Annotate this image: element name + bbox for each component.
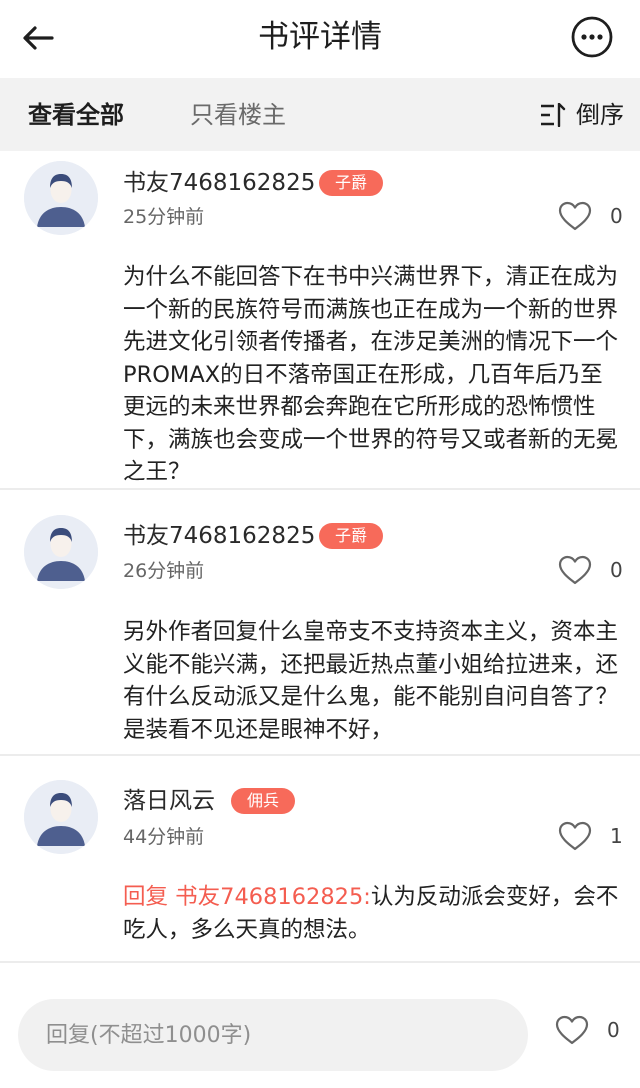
- comment-text: 回复 书友7468162825:认为反动派会变好，会不吃人，多么天真的想法。: [123, 881, 623, 946]
- avatar[interactable]: [24, 161, 98, 235]
- comment-time: 26分钟前: [123, 560, 205, 582]
- more-button[interactable]: [569, 14, 615, 60]
- reply-input[interactable]: [18, 999, 528, 1071]
- rank-badge: 子爵: [319, 170, 384, 196]
- comment-item: 书友7468162825 子爵 26分钟前 0 另外作者回复什么皇帝支不支持资本…: [0, 490, 640, 754]
- avatar[interactable]: [24, 515, 98, 589]
- reply-target-link[interactable]: 回复 书友7468162825:: [123, 884, 371, 910]
- like-button[interactable]: 1: [558, 821, 623, 851]
- tab-view-all[interactable]: 查看全部: [28, 98, 124, 132]
- tab-owner-only[interactable]: 只看楼主: [190, 98, 286, 132]
- rank-badge: 佣兵: [231, 788, 296, 814]
- comment-item: 落日风云 佣兵 44分钟前 1 回复 书友7468162825:认为反动派会变好…: [0, 756, 640, 961]
- sort-order-icon: [541, 103, 566, 127]
- like-count: 0: [610, 558, 623, 582]
- comment-username[interactable]: 落日风云: [123, 784, 215, 818]
- like-button[interactable]: 0: [558, 201, 623, 231]
- footer-like-count: 0: [607, 1018, 620, 1042]
- like-button[interactable]: 0: [558, 555, 623, 585]
- header-bar: 书评详情: [0, 0, 640, 78]
- filter-bar: 查看全部 只看楼主 倒序: [0, 78, 640, 151]
- page-title: 书评详情: [258, 19, 382, 55]
- user-avatar-icon: [24, 780, 98, 854]
- comment-text: 为什么不能回答下在书中兴满世界下，清正在成为一个新的民族符号而满族也正在成为一个…: [123, 264, 619, 485]
- user-avatar-icon: [24, 515, 98, 589]
- sort-order-button[interactable]: 倒序: [540, 98, 624, 132]
- comment-item: 书友7468162825 子爵 25分钟前 0 为什么不能回答下在书中兴满世界下…: [0, 151, 640, 488]
- comment-username[interactable]: 书友7468162825: [123, 166, 315, 200]
- heart-icon: [558, 555, 592, 585]
- sort-order-label: 倒序: [576, 101, 624, 129]
- heart-icon: [558, 201, 592, 231]
- footer-like-button[interactable]: 0: [555, 1015, 620, 1045]
- comment-username[interactable]: 书友7468162825: [123, 519, 315, 553]
- heart-icon: [558, 821, 592, 851]
- heart-icon: [555, 1015, 589, 1045]
- like-count: 1: [610, 824, 623, 848]
- divider: [0, 961, 640, 963]
- comment-time: 25分钟前: [123, 206, 205, 228]
- rank-badge: 子爵: [319, 523, 384, 549]
- more-dots-icon: [571, 16, 613, 58]
- comment-time: 44分钟前: [123, 826, 205, 848]
- like-count: 0: [610, 204, 623, 228]
- reply-bar: 0: [0, 983, 640, 1088]
- comment-text: 另外作者回复什么皇帝支不支持资本主义，资本主义能不能兴满，还把最近热点董小姐给拉…: [123, 619, 619, 743]
- user-avatar-icon: [24, 161, 98, 235]
- avatar[interactable]: [24, 780, 98, 854]
